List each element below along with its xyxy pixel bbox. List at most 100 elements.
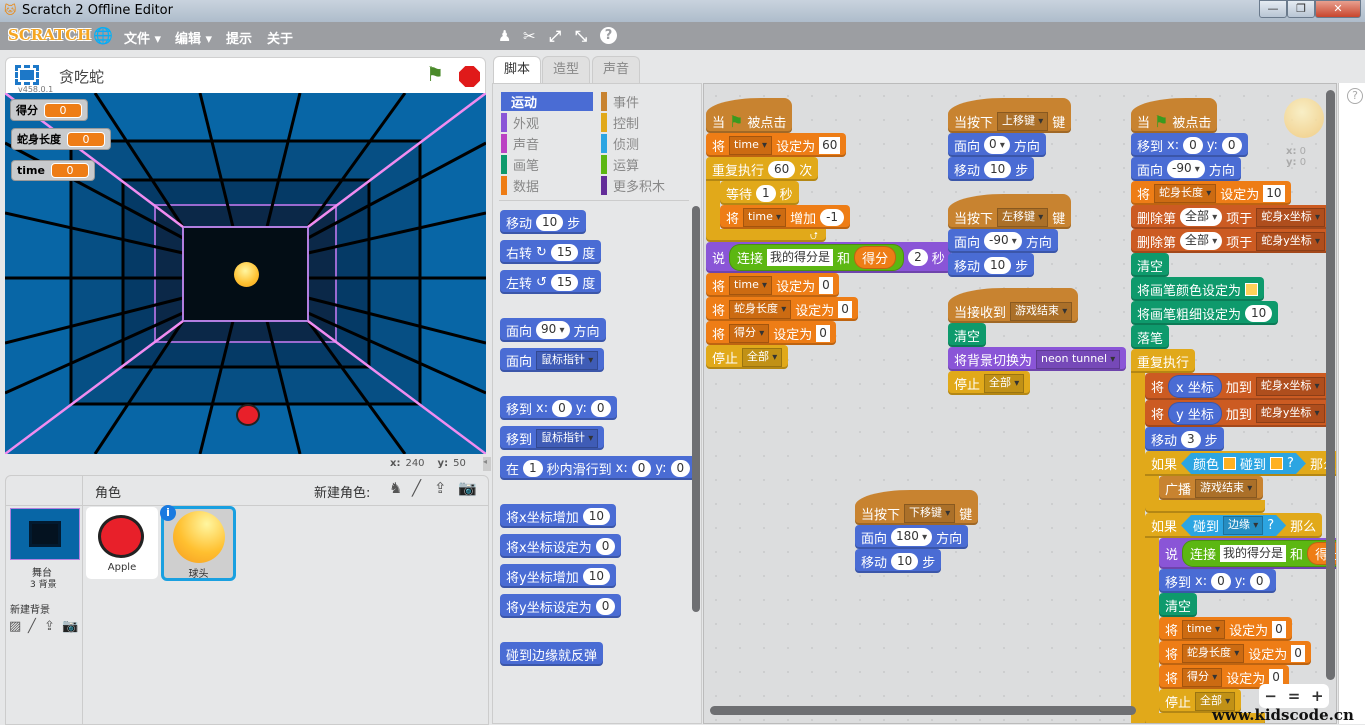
block-pen[interactable]: 清空 xyxy=(1159,593,1198,617)
dropdown-input[interactable]: 下移键 xyxy=(904,504,956,523)
duplicate-stamp-icon[interactable]: ♟ xyxy=(498,27,511,45)
hat-block-events[interactable]: 当 ⚑ 被点击 xyxy=(1131,98,1218,133)
block-pen[interactable]: 落笔 xyxy=(1131,325,1170,349)
color-swatch-input[interactable] xyxy=(1223,457,1236,470)
number-input[interactable]: 0 xyxy=(1249,572,1270,590)
stage[interactable]: 得分 0 蛇身长度 0 time 0 xyxy=(5,93,486,454)
help-icon[interactable]: ? xyxy=(1347,88,1363,104)
c-block-control[interactable]: 重复执行60次 等待1秒将time增加-1 ⮍ xyxy=(706,157,851,242)
block-motion[interactable]: 左转 ↺ 15 度 xyxy=(500,270,602,294)
number-input[interactable]: 15 xyxy=(550,273,579,291)
boolean-block[interactable]: 颜色 碰到? xyxy=(1181,453,1306,474)
block-pen[interactable]: 将画笔粗细设定为 10 xyxy=(1131,301,1279,325)
block-data[interactable]: 将time设定为0 xyxy=(1159,617,1292,641)
help-icon[interactable]: ? xyxy=(600,27,617,44)
block-data[interactable]: 将蛇身长度设定为0 xyxy=(706,297,858,321)
category-operators[interactable]: 运算 xyxy=(601,155,693,174)
tab-scripts[interactable]: 脚本 xyxy=(493,56,541,83)
block-motion[interactable]: 移到 x: 0 y: 0 xyxy=(1159,569,1276,593)
c-block-control[interactable]: 重复执行 将x 坐标加到蛇身x坐标将y 坐标加到蛇身y坐标移动3步 如果颜色碰到… xyxy=(1131,349,1336,723)
number-input[interactable]: 10 xyxy=(984,160,1012,178)
reporter-block[interactable]: 得分 xyxy=(854,246,897,269)
block-data[interactable]: 将得分设定为0 xyxy=(706,321,836,345)
block-motion[interactable]: 碰到边缘就反弹 xyxy=(500,642,604,666)
palette-scrollbar[interactable] xyxy=(692,206,700,612)
category-more[interactable]: 更多积木 xyxy=(601,176,693,195)
category-control[interactable]: 控制 xyxy=(601,113,693,132)
block-looks[interactable]: 说连接 我的得分是和得分 2 秒 xyxy=(706,242,951,273)
sprite-tile-selected[interactable]: 球头 i xyxy=(160,505,236,581)
project-title[interactable]: 贪吃蛇 xyxy=(59,66,104,87)
number-input[interactable]: 0 xyxy=(1211,572,1231,590)
menu-about[interactable]: 关于 xyxy=(267,28,293,47)
text-input[interactable]: 60 xyxy=(819,136,841,154)
category-motion[interactable]: 运动 xyxy=(501,92,593,111)
menu-file[interactable]: 文件 ▾ xyxy=(124,28,161,47)
block-motion[interactable]: 将y坐标增加 10 xyxy=(500,564,616,588)
block-motion[interactable]: 面向180方向 xyxy=(855,525,969,549)
c-block-control[interactable]: 如果 颜色 碰到? 那么 广播 游戏结束 xyxy=(1145,451,1336,513)
script-stack[interactable]: 当按下下移键键面向180方向移动10步 xyxy=(855,490,979,573)
block-motion[interactable]: 移到 鼠标指针 xyxy=(500,426,605,450)
dropdown-input[interactable]: 蛇身长度 xyxy=(1182,643,1245,663)
block-control[interactable]: 等待 1 秒 xyxy=(720,181,799,205)
number-input[interactable]: 0 xyxy=(1183,136,1203,154)
hat-block-events[interactable]: 当 ⚑ 被点击 xyxy=(706,98,793,133)
scripts-area[interactable]: 当⚑被点击将time设定为60 重复执行60次 等待1秒将time增加-1 ⮍说… xyxy=(703,83,1337,724)
block-pen[interactable]: 清空 xyxy=(948,323,987,347)
text-input[interactable]: 0 xyxy=(1291,644,1305,662)
number-dropdown-input[interactable]: 全部 xyxy=(1180,232,1223,250)
reporter-block[interactable]: y 坐标 xyxy=(1168,402,1222,425)
dropdown-input[interactable]: 鼠标指针 xyxy=(536,350,599,370)
number-input[interactable]: 0 xyxy=(590,399,611,417)
block-pen[interactable]: 清空 xyxy=(1131,253,1170,277)
globe-icon[interactable]: 🌐 xyxy=(93,26,113,45)
close-button[interactable]: ✕ xyxy=(1315,0,1361,18)
sprite-tile[interactable]: Apple xyxy=(86,507,158,579)
category-sensing[interactable]: 侦测 xyxy=(601,134,693,153)
dropdown-input[interactable]: 游戏结束 xyxy=(1010,302,1073,321)
block-control[interactable]: 如果 颜色 碰到? 那么 xyxy=(1145,451,1336,476)
dropdown-input[interactable]: 蛇身x坐标 xyxy=(1256,207,1325,227)
block-motion[interactable]: 移动 10 步 xyxy=(948,157,1035,181)
dropdown-input[interactable]: 鼠标指针 xyxy=(536,428,599,448)
block-data[interactable]: 将蛇身长度设定为0 xyxy=(1159,641,1311,665)
script-stack[interactable]: 当按下上移键键面向0方向移动10步 xyxy=(948,98,1072,181)
number-input[interactable]: 10 xyxy=(582,567,610,585)
hat-block-events[interactable]: 当接收到 游戏结束 xyxy=(948,288,1079,323)
block-motion[interactable]: 移动 3 步 xyxy=(1145,427,1224,451)
dropdown-input[interactable]: 蛇身y坐标 xyxy=(1255,404,1325,423)
dropdown-input[interactable]: 蛇身长度 xyxy=(729,299,792,319)
block-motion[interactable]: 面向-90方向 xyxy=(1131,157,1241,181)
camera-icon[interactable]: 📷 xyxy=(458,479,477,497)
block-pen[interactable]: 将画笔颜色设定为 xyxy=(1131,277,1265,301)
text-input[interactable]: 我的得分是 xyxy=(1220,545,1287,562)
number-input[interactable]: 3 xyxy=(1181,430,1201,448)
text-input[interactable]: 0 xyxy=(819,276,833,294)
text-input[interactable]: 0 xyxy=(1272,620,1286,638)
text-input[interactable]: 0 xyxy=(816,324,830,342)
stage-thumbnail[interactable] xyxy=(10,508,80,560)
block-motion[interactable]: 面向90方向 xyxy=(500,318,606,342)
reporter-block[interactable]: x 坐标 xyxy=(1168,375,1222,398)
number-input[interactable]: 10 xyxy=(891,552,919,570)
block-data[interactable]: 将time增加-1 xyxy=(720,205,851,229)
block-motion[interactable]: 右转 ↻ 15 度 xyxy=(500,240,602,264)
apple-sprite[interactable] xyxy=(236,404,260,426)
script-stack[interactable]: 当⚑被点击移到x:0y:0面向-90方向将蛇身长度设定为10删除第全部项于蛇身x… xyxy=(1131,98,1336,723)
block-list[interactable]: 删除第全部项于蛇身y坐标 xyxy=(1131,229,1331,253)
dropdown-input[interactable]: 游戏结束 xyxy=(1195,478,1258,498)
block-looks[interactable]: 说连接我的得分是和得分 xyxy=(1159,538,1336,569)
camera-backdrop-icon[interactable]: 📷 xyxy=(62,619,78,634)
block-motion[interactable]: 在 1 秒内滑行到 x: 0 y: 0 xyxy=(500,456,697,480)
number-input[interactable]: 1 xyxy=(523,459,543,477)
dropdown-input[interactable]: time xyxy=(729,135,773,155)
number-input[interactable]: 15 xyxy=(550,243,579,261)
script-stack[interactable]: 当⚑被点击将time设定为60 重复执行60次 等待1秒将time增加-1 ⮍说… xyxy=(706,98,951,369)
block-data[interactable]: 将蛇身长度设定为10 xyxy=(1131,181,1291,205)
block-motion[interactable]: 移到 x: 0 y: 0 xyxy=(500,396,617,420)
number-dropdown-input[interactable]: 全部 xyxy=(1180,208,1223,226)
grow-icon[interactable]: ⤢ xyxy=(549,27,561,45)
script-stack[interactable]: 当接收到游戏结束清空将背景切换为neon tunnel停止全部 xyxy=(948,288,1127,395)
dropdown-input[interactable]: 左移键 xyxy=(997,208,1049,227)
